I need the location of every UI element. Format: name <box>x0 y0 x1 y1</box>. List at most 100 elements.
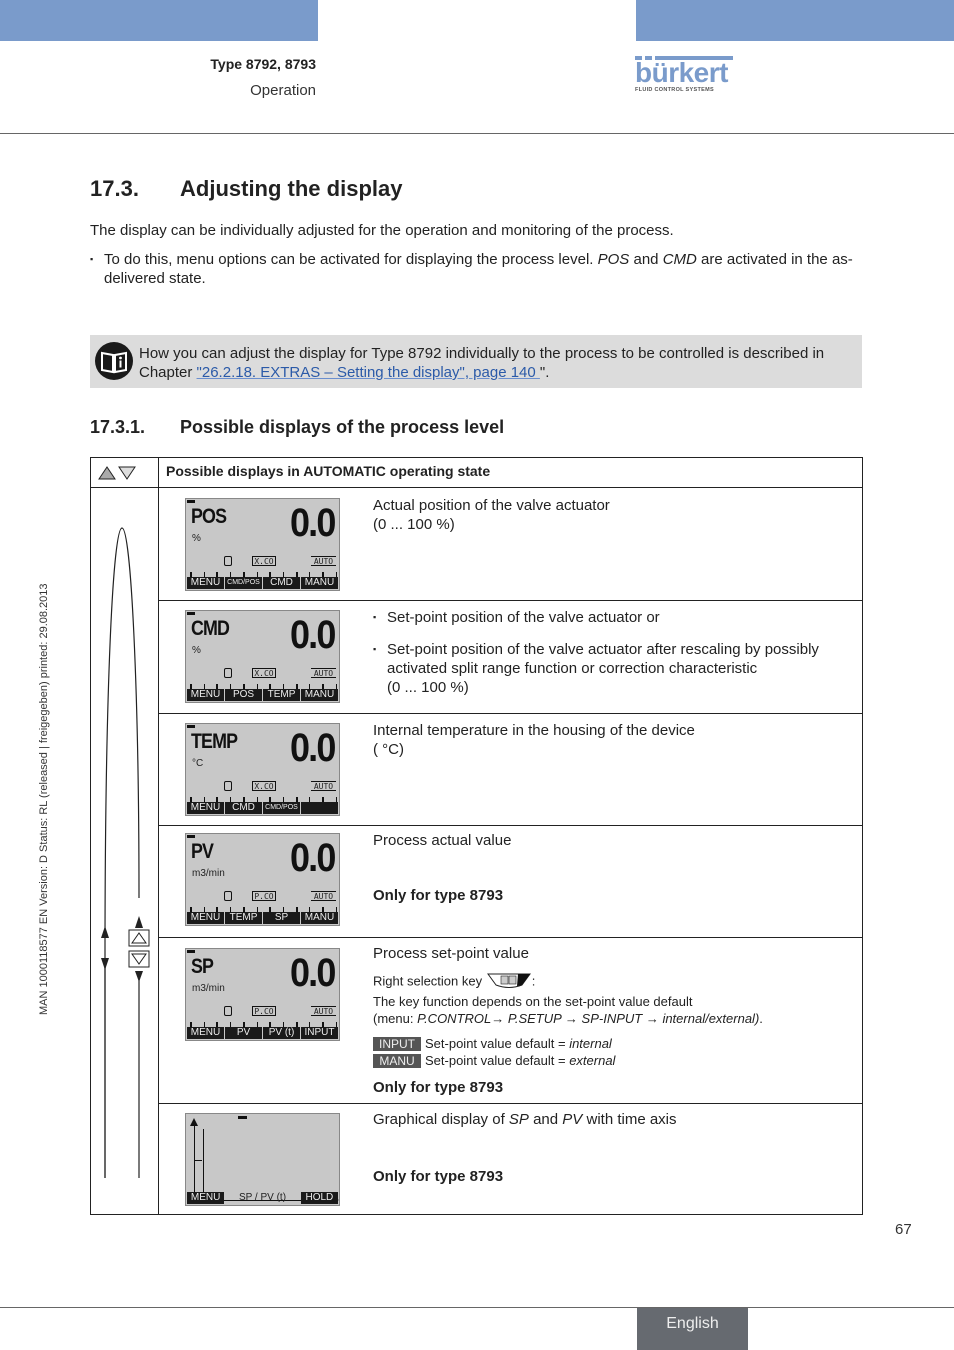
header-divider <box>0 133 954 134</box>
softkey-manu[interactable]: MANU <box>301 577 338 589</box>
lcd-unit: °C <box>192 758 204 769</box>
key-depends: The key function depends on the set-poin… <box>373 994 693 1009</box>
y-axis-tick <box>194 1160 202 1161</box>
softkey-bar: MENU CMD CMD/POS <box>187 802 338 814</box>
lcd-value: 0.0 <box>290 501 336 545</box>
graph-title: SP / PV (t) <box>238 1192 287 1203</box>
softkey-hold[interactable]: HOLD <box>300 1192 338 1204</box>
note-line: How you can adjust the display for Type … <box>139 345 825 362</box>
desc-line: Actual position of the valve actuator <box>373 497 610 514</box>
lcd-value: 0.0 <box>290 613 336 657</box>
softkey-menu[interactable]: MENU <box>187 1027 224 1039</box>
lcd-marker <box>187 612 195 615</box>
softkey-menu[interactable]: MENU <box>187 689 224 701</box>
section-number: 17.3. <box>90 176 139 201</box>
desc-line: Internal temperature in the housing of t… <box>373 722 695 739</box>
navigation-loop-diagram <box>101 527 150 1178</box>
softkey-pos[interactable]: POS <box>225 689 262 701</box>
softkey-menu[interactable]: MENU <box>187 912 224 924</box>
lcd-unit: % <box>192 533 201 544</box>
desc-bullet: Set-point position of the valve actuator… <box>373 640 853 697</box>
down-key-icon[interactable] <box>128 950 150 968</box>
desc-range: (0 ... 100 %) <box>373 516 455 533</box>
type-restriction: Only for type 8793 <box>373 887 504 904</box>
lcd-marker <box>187 725 195 728</box>
arrow-up-icon <box>101 926 109 938</box>
chapter-link[interactable]: "26.2.18. EXTRAS – Setting the display",… <box>197 364 540 381</box>
softkey-pv[interactable]: PV <box>225 1027 262 1039</box>
document-metadata: MAN 1000118577 EN Version: D Status: RL … <box>38 583 50 1015</box>
arrow-up-key-icon <box>98 466 116 480</box>
desc-em-sp: SP <box>508 1111 529 1128</box>
lcd-display-graph: MENU SP / PV (t) HOLD <box>185 1113 340 1206</box>
auto-indicator: AUTO <box>311 1006 336 1016</box>
desc-text: with time axis <box>582 1111 677 1128</box>
header-bar-right <box>636 0 954 41</box>
description-pv: Process actual value Only for type 8793 <box>373 831 853 905</box>
menu-path: P.CONTROL→ P.SETUP → SP-INPUT → internal… <box>417 1011 760 1026</box>
softkey-cmd-pos[interactable]: CMD/POS <box>263 802 300 814</box>
softkey-manu[interactable]: MANU <box>301 689 338 701</box>
desc-em-pv: PV <box>562 1111 583 1128</box>
row-divider <box>159 825 863 826</box>
footer-divider <box>0 1307 954 1308</box>
language-tab: English <box>637 1308 748 1350</box>
tag-input: INPUT <box>373 1037 421 1051</box>
setpoint-options: INPUT Set-point value default = internal … <box>373 1035 853 1069</box>
softkey-menu[interactable]: MENU <box>187 577 224 589</box>
time-cursor <box>203 1129 204 1200</box>
softkey-cmd-pos[interactable]: CMD/POS <box>225 577 262 589</box>
softkey-input[interactable]: INPUT <box>301 1027 338 1039</box>
lcd-label: CMD <box>191 617 230 640</box>
softkey-temp[interactable]: TEMP <box>263 689 300 701</box>
mode-box: P.CO <box>252 891 276 901</box>
lcd-display-cmd: CMD % 0.0 X.CO AUTO MENU POS TEMP MANU <box>185 610 340 703</box>
row-divider <box>159 937 863 938</box>
mode-box: X.CO <box>252 668 276 678</box>
lock-icon <box>224 781 232 791</box>
softkey-bar: MENU SP / PV (t) HOLD <box>187 1192 338 1204</box>
softkey-cmd[interactable]: CMD <box>225 802 262 814</box>
process-level-table: Possible displays in AUTOMATIC operating… <box>90 457 863 1215</box>
lcd-unit: m3/min <box>192 868 225 879</box>
option-value: external <box>569 1053 616 1068</box>
row-divider <box>159 1103 863 1104</box>
softkey-pv-t[interactable]: PV (t) <box>263 1027 300 1039</box>
lcd-value: 0.0 <box>290 726 336 770</box>
softkey-temp[interactable]: TEMP <box>225 912 262 924</box>
desc-line: Graphical display of SP and PV with time… <box>373 1110 853 1129</box>
softkey-menu[interactable]: MENU <box>187 802 224 814</box>
subsection-title: Possible displays of the process level <box>180 417 505 437</box>
row-divider <box>159 713 863 714</box>
softkey-bar: MENU CMD/POS CMD MANU <box>187 577 338 589</box>
arrow-up-icon <box>135 916 143 928</box>
burkert-logo: bürkert FLUID CONTROL SYSTEMS <box>635 56 733 93</box>
key-colon: : <box>531 973 536 989</box>
softkey-sp[interactable]: SP <box>263 912 300 924</box>
logo-word: bürkert <box>635 57 728 88</box>
lcd-unit: m3/min <box>192 983 225 994</box>
auto-indicator: AUTO <box>311 781 336 791</box>
option-text: Set-point value default = <box>425 1053 570 1068</box>
up-key-icon[interactable] <box>128 929 150 947</box>
lcd-display-temp: TEMP °C 0.0 X.CO AUTO MENU CMD CMD/POS <box>185 723 340 816</box>
bullet-text: To do this, menu options can be activate… <box>104 251 598 268</box>
key-description: Right selection key : The key function d… <box>373 971 853 1027</box>
row-divider <box>159 600 863 601</box>
softkey-manu[interactable]: MANU <box>301 912 338 924</box>
page-number: 67 <box>895 1221 912 1238</box>
note-text: How you can adjust the display for Type … <box>139 344 859 382</box>
arrow-down-icon <box>101 958 109 970</box>
tag-manu: MANU <box>373 1054 421 1068</box>
softkey-cmd[interactable]: CMD <box>263 577 300 589</box>
type-restriction: Only for type 8793 <box>373 1168 504 1185</box>
desc-text: and <box>528 1111 563 1128</box>
y-axis <box>194 1124 195 1200</box>
softkey-menu[interactable]: MENU <box>187 1192 225 1204</box>
nav-header-icons <box>98 465 140 486</box>
note-line: ". <box>539 364 550 381</box>
description-cmd: Set-point position of the valve actuator… <box>373 608 853 697</box>
lcd-label: PV <box>191 840 214 863</box>
mode-box: X.CO <box>252 781 276 791</box>
key-label: Right selection key <box>373 973 483 989</box>
